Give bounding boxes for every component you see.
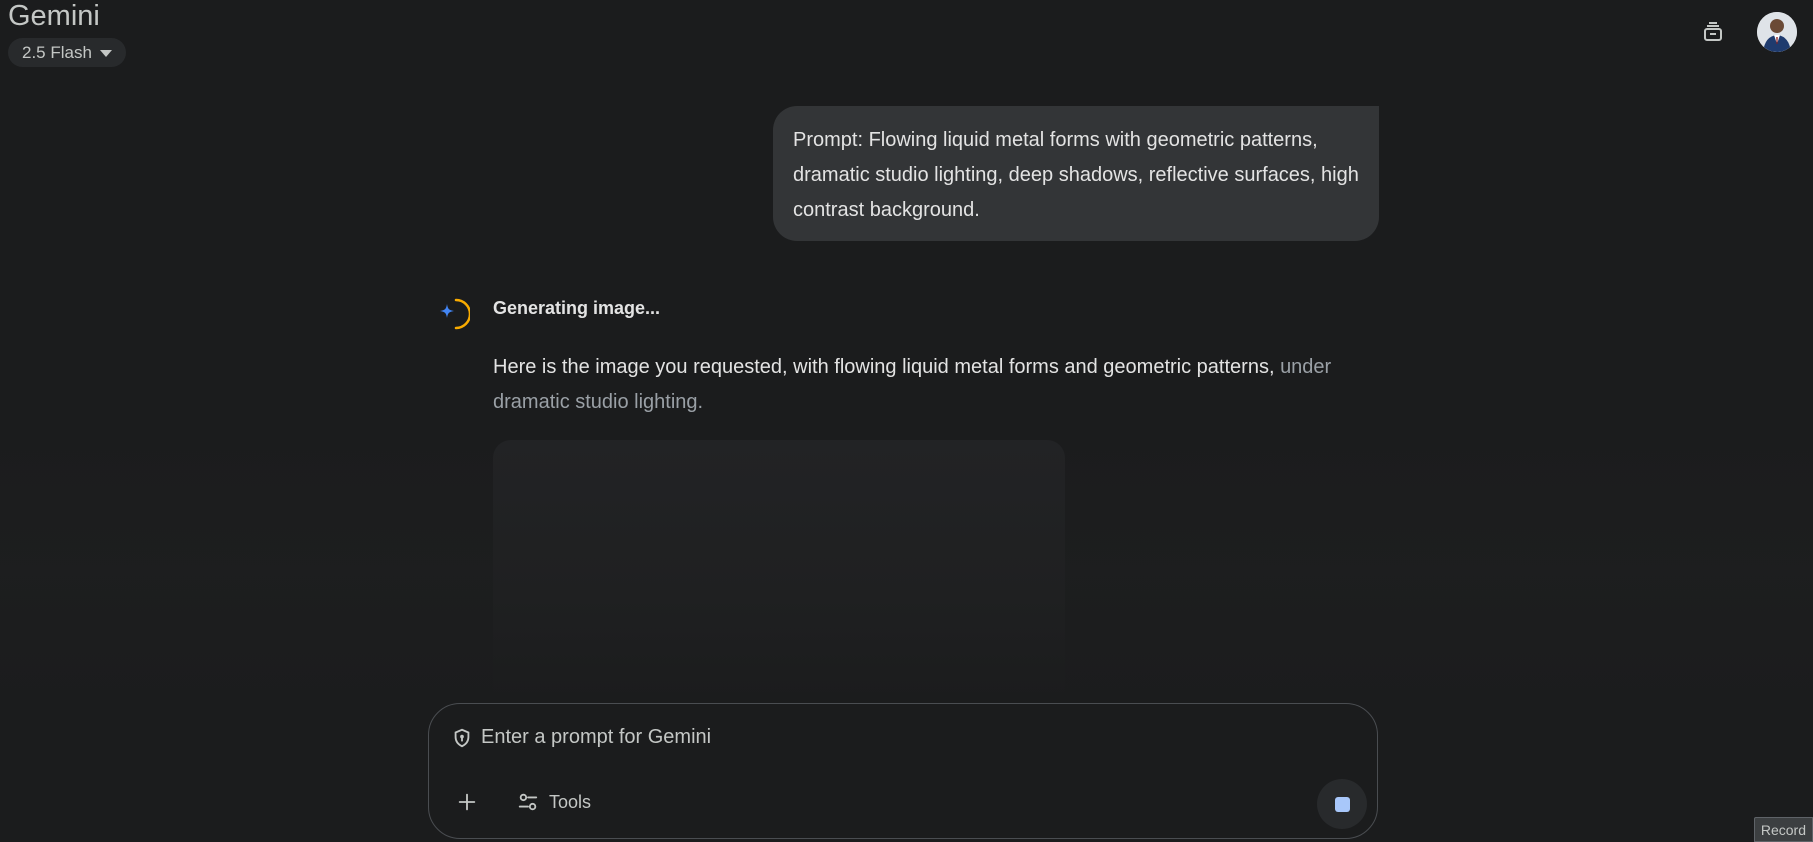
- record-button[interactable]: Record: [1753, 817, 1813, 842]
- gemini-spark-icon: [440, 298, 470, 330]
- caret-down-icon: [99, 50, 112, 57]
- gemini-app: Gemini 2.5 Flash Prompt: Flowing liquid …: [0, 0, 1813, 842]
- stop-generation-button[interactable]: [1317, 779, 1367, 829]
- user-message-bubble: Prompt: Flowing liquid metal forms with …: [773, 106, 1379, 241]
- prompt-input[interactable]: [481, 726, 1281, 749]
- chat-history-icon: [1704, 22, 1722, 41]
- response-text: Here is the image you requested, with fl…: [493, 350, 1393, 420]
- model-selector[interactable]: 2.5 Flash: [8, 38, 126, 67]
- user-avatar-icon: [1757, 12, 1797, 52]
- top-right-actions: [1693, 12, 1797, 52]
- stop-icon: [1334, 796, 1350, 812]
- chat-history-button[interactable]: [1693, 12, 1733, 52]
- plus-icon: [458, 793, 476, 811]
- generating-image-placeholder: [493, 440, 1065, 700]
- app-title[interactable]: Gemini: [8, 0, 100, 32]
- user-message-text: Prompt: Flowing liquid metal forms with …: [793, 129, 1359, 221]
- tools-button[interactable]: Tools: [509, 787, 599, 817]
- tools-sliders-icon: [518, 793, 538, 811]
- shield-icon: [454, 728, 470, 747]
- add-attachment-button[interactable]: [449, 784, 485, 820]
- input-actions: Tools: [449, 784, 599, 820]
- generation-status: Generating image...: [493, 298, 661, 318]
- model-label: 2.5 Flash: [22, 42, 92, 62]
- prompt-input-row: [451, 726, 1281, 749]
- prompt-input-box: Tools: [428, 703, 1378, 839]
- avatar[interactable]: [1757, 12, 1797, 52]
- tools-label: Tools: [549, 791, 592, 812]
- response-text-main: Here is the image you requested, with fl…: [493, 356, 1275, 378]
